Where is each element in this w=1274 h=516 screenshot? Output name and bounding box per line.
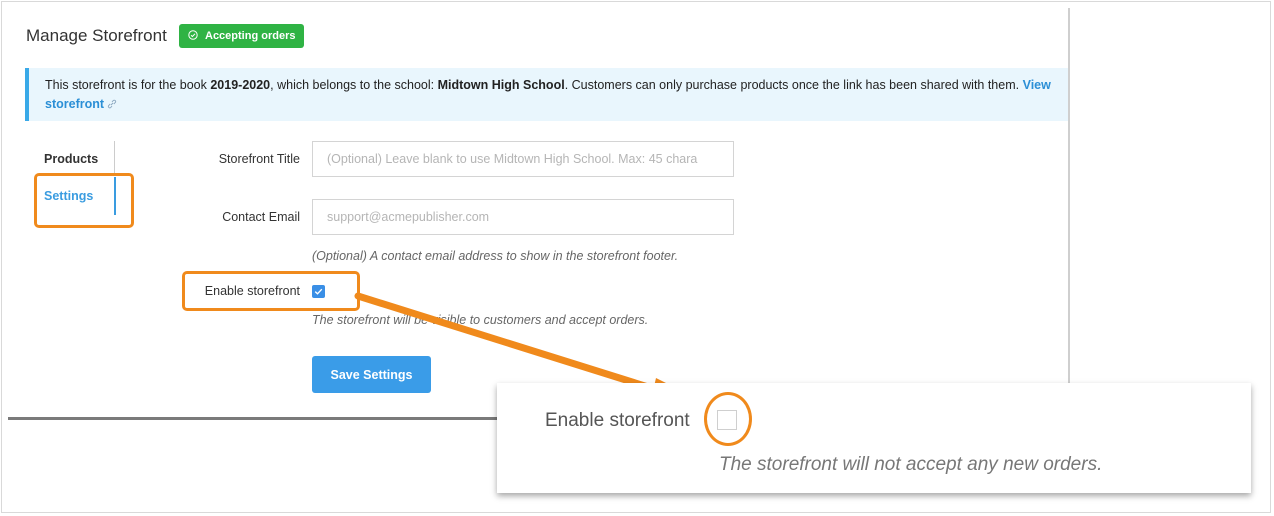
enable-storefront-help: The storefront will be visible to custom… <box>312 313 649 327</box>
save-settings-button[interactable]: Save Settings <box>312 356 431 393</box>
enable-storefront-highlight <box>182 271 360 311</box>
tab-products[interactable]: Products <box>44 152 98 166</box>
banner-text: This storefront is for the book <box>45 78 211 92</box>
zoom-enable-label: Enable storefront <box>545 410 690 431</box>
banner-text: , which belongs to the school: <box>270 78 438 92</box>
zoom-callout: Enable storefront The storefront will no… <box>497 383 1251 493</box>
status-badge-label: Accepting orders <box>205 30 296 42</box>
contact-email-input[interactable]: support@acmepublisher.com <box>312 199 734 235</box>
settings-tab-highlight <box>34 173 134 228</box>
card-border <box>1068 8 1070 383</box>
school-name: Midtown High School <box>437 78 565 92</box>
check-circle-icon <box>188 30 198 40</box>
storefront-title-label: Storefront Title <box>218 152 300 166</box>
info-banner: This storefront is for the book 2019-202… <box>25 68 1068 121</box>
zoom-help-text: The storefront will not accept any new o… <box>719 454 1103 475</box>
contact-email-help: (Optional) A contact email address to sh… <box>312 249 679 263</box>
zoom-checkbox-highlight <box>704 392 752 446</box>
page-title: Manage Storefront <box>26 26 167 45</box>
storefront-title-input[interactable]: (Optional) Leave blank to use Midtown Hi… <box>312 141 734 177</box>
banner-text: . Customers can only purchase products o… <box>564 78 1020 92</box>
status-badge: Accepting orders <box>179 24 305 48</box>
book-name: 2019-2020 <box>210 78 271 92</box>
tab-divider <box>114 141 115 175</box>
contact-email-label: Contact Email <box>222 210 300 224</box>
card-shadow <box>8 417 498 420</box>
external-link-icon <box>107 99 117 109</box>
